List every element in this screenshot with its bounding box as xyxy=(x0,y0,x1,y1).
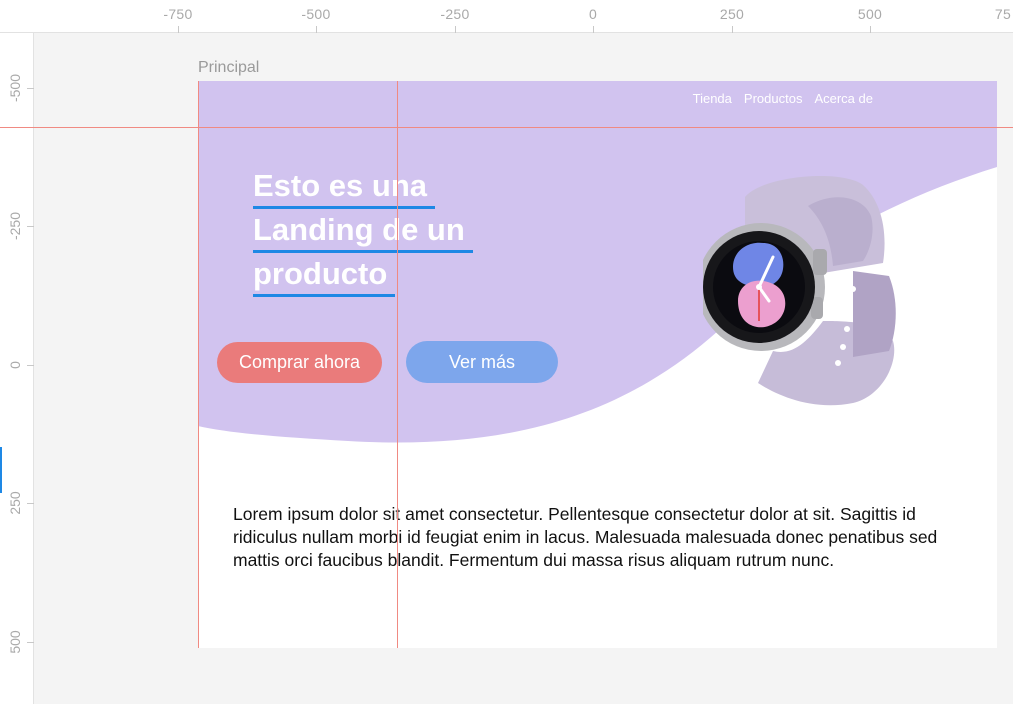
ruler-tick-label: -500 xyxy=(301,6,331,22)
ruler-tick-label: -250 xyxy=(440,6,470,22)
landing-frame[interactable]: Tienda Productos Acerca de Esto es una L… xyxy=(198,81,997,648)
vertical-ruler: -500 -250 0 250 500 xyxy=(0,33,34,704)
ruler-tick-mark xyxy=(316,26,317,33)
ruler-tick-label: 75 xyxy=(994,6,1012,22)
vertical-guide-line[interactable] xyxy=(397,81,398,648)
ruler-tick-mark xyxy=(870,26,871,33)
nav-link-productos[interactable]: Productos xyxy=(744,91,803,106)
horizontal-guide-line[interactable] xyxy=(0,127,1013,128)
ruler-tick-label: 0 xyxy=(7,361,23,369)
headline-line: Landing de un xyxy=(253,209,473,253)
buy-now-button[interactable]: Comprar ahora xyxy=(217,342,382,383)
hero-headline: Esto es una Landing de un producto xyxy=(253,165,513,297)
body-paragraph: Lorem ipsum dolor sit amet consectetur. … xyxy=(233,503,938,570)
ruler-tick-mark xyxy=(27,365,34,366)
ruler-tick-label: -750 xyxy=(163,6,193,22)
nav-link-tienda[interactable]: Tienda xyxy=(693,91,732,106)
ruler-tick-label: 250 xyxy=(7,491,23,515)
ruler-tick-mark xyxy=(455,26,456,33)
smartwatch-icon xyxy=(703,175,896,406)
ruler-selection-indicator xyxy=(0,447,2,493)
ruler-tick-label: 0 xyxy=(588,6,598,22)
top-nav: Tienda Productos Acerca de xyxy=(693,91,873,106)
ruler-tick-mark xyxy=(27,226,34,227)
headline-line: producto xyxy=(253,253,396,297)
ruler-tick-label: -250 xyxy=(7,211,23,241)
headline-line: Esto es una xyxy=(253,165,435,209)
ruler-tick-mark xyxy=(27,503,34,504)
ruler-tick-label: 250 xyxy=(719,6,745,22)
ruler-tick-label: 500 xyxy=(7,630,23,654)
ruler-tick-mark xyxy=(27,88,34,89)
vertical-guide-line[interactable] xyxy=(198,81,199,648)
ruler-tick-label: 500 xyxy=(857,6,883,22)
frame-label[interactable]: Principal xyxy=(198,59,259,77)
ruler-tick-label: -500 xyxy=(7,73,23,103)
ruler-tick-mark xyxy=(732,26,733,33)
ruler-tick-mark xyxy=(27,642,34,643)
ruler-tick-mark xyxy=(178,26,179,33)
horizontal-ruler: -750 -500 -250 0 250 500 75 xyxy=(0,0,1013,33)
nav-link-acerca-de[interactable]: Acerca de xyxy=(814,91,873,106)
ruler-tick-mark xyxy=(593,26,594,33)
see-more-button[interactable]: Ver más xyxy=(406,341,558,383)
